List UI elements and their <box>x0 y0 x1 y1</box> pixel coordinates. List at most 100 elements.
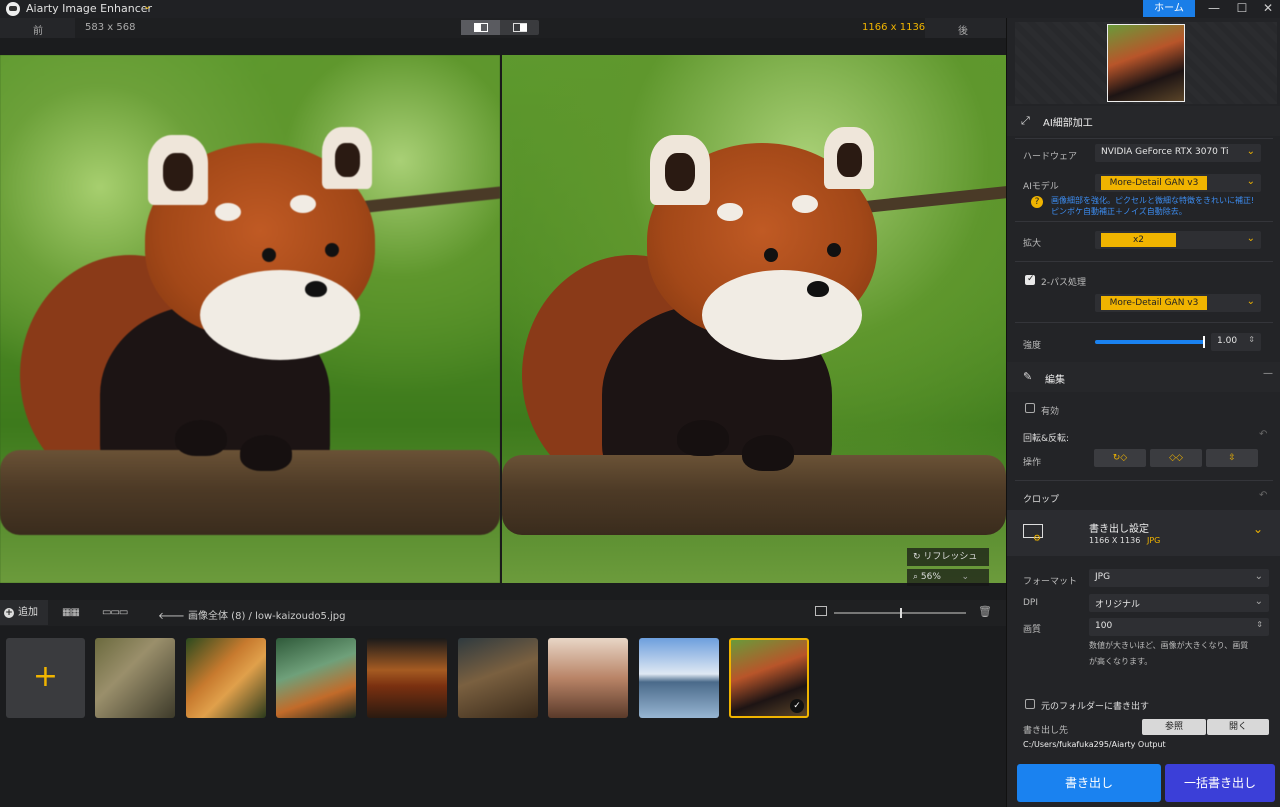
strength-slider[interactable] <box>1095 336 1205 348</box>
flip-horizontal-button[interactable]: ◇◇ <box>1150 449 1202 467</box>
format-select[interactable]: JPG ⌄ <box>1089 569 1269 587</box>
help-icon[interactable]: ? <box>1031 196 1043 208</box>
gear-icon: ⚙ <box>1033 534 1042 544</box>
collapse-icon[interactable]: — <box>1263 368 1273 379</box>
two-pass-label: 2-パス処理 <box>1041 278 1086 288</box>
open-folder-button[interactable]: 開く <box>1207 719 1269 735</box>
side-by-side-icon <box>513 23 527 32</box>
title-bar: Aiarty Image Enhancer ⌄ ホーム — ☐ ✕ <box>0 0 1280 18</box>
reset-icon[interactable]: ↶ <box>1259 429 1267 440</box>
split-view-icon <box>474 23 488 32</box>
trash-icon[interactable]: 🗑 <box>978 605 992 618</box>
ai-section-header[interactable]: ⤢ AI細部加工 <box>1007 106 1280 136</box>
preview-navigator[interactable] <box>1015 22 1277 104</box>
thumbnail-bottle-garden[interactable] <box>276 638 356 718</box>
two-pass-model-select[interactable]: More-Detail GAN v3 ⌄ <box>1095 294 1261 312</box>
hardware-select[interactable]: NVIDIA GeForce RTX 3070 Ti ⌄ <box>1095 144 1261 162</box>
model-label: AIモデル <box>1023 182 1059 192</box>
minimize-icon[interactable]: — <box>1201 0 1227 17</box>
dpi-value: オリジナル <box>1095 600 1141 610</box>
breadcrumb: 🡐 画像全体 (8) / low-kaizoudo5.jpg <box>158 607 345 622</box>
export-button[interactable]: 書き出し <box>1017 764 1161 802</box>
zoom-select[interactable]: ⌕ 56% ⌄ <box>907 569 989 586</box>
thumbnail-dog-steampunk[interactable] <box>458 638 538 718</box>
thumbnail-size-slider[interactable] <box>834 608 966 618</box>
expand-chevron-icon[interactable]: ⌄ <box>1253 522 1263 536</box>
home-button[interactable]: ホーム <box>1143 0 1195 17</box>
strength-fill <box>1095 340 1205 344</box>
split-view-button[interactable] <box>461 20 500 35</box>
flip-vertical-button[interactable]: ⇳ <box>1206 449 1258 467</box>
export-settings-header[interactable]: ⚙ 書き出し設定 1166 X 1136 JPG ⌄ <box>1007 510 1280 556</box>
after-image <box>502 55 1006 583</box>
chevron-down-icon: ⌄ <box>1254 596 1263 607</box>
browse-button[interactable]: 参照 <box>1142 719 1206 735</box>
operation-label: 操作 <box>1023 458 1042 468</box>
export-size: 1166 X 1136 <box>1089 536 1141 545</box>
breadcrumb-all[interactable]: 画像全体 (8) <box>188 611 245 622</box>
before-label: 前 <box>33 26 43 37</box>
slider-handle[interactable] <box>900 608 902 618</box>
view-mode-toggle[interactable] <box>461 20 539 35</box>
app-menu-chevron-icon[interactable]: ⌄ <box>143 1 151 12</box>
add-tile-button[interactable]: + <box>6 638 85 718</box>
thumbnail-burger[interactable] <box>367 638 447 718</box>
quality-stepper[interactable]: 100 ⇕ <box>1089 618 1269 636</box>
selected-check-icon: ✓ <box>790 699 804 713</box>
destination-label: 書き出し先 <box>1023 726 1069 736</box>
refresh-button[interactable]: ↻ リフレッシュ <box>907 548 989 566</box>
stepper-icon[interactable]: ⇕ <box>1256 620 1263 629</box>
stepper-icon[interactable]: ⇕ <box>1248 335 1255 344</box>
model-help-text: 画像細部を強化。ピクセルと微細な特徴をきれいに補正! <box>1051 196 1255 205</box>
rotate-button[interactable]: ↻◇ <box>1094 449 1146 467</box>
strength-handle[interactable] <box>1203 336 1205 348</box>
after-label: 後 <box>958 26 968 37</box>
crop-label[interactable]: クロップ <box>1023 492 1059 505</box>
hardware-label: ハードウェア <box>1023 152 1078 162</box>
chevron-down-icon: ⌄ <box>1246 176 1255 187</box>
breadcrumb-file: low-kaizoudo5.jpg <box>255 611 346 622</box>
thumbnail-tiger[interactable] <box>186 638 266 718</box>
model-select[interactable]: More-Detail GAN v3 ⌄ <box>1095 174 1261 192</box>
two-pass-model-value: More-Detail GAN v3 <box>1101 296 1207 310</box>
refresh-label: リフレッシュ <box>923 552 978 562</box>
maximize-icon[interactable]: ☐ <box>1229 0 1255 17</box>
batch-export-button[interactable]: 一括書き出し <box>1165 764 1275 802</box>
refresh-icon: ↻ <box>913 552 924 562</box>
export-title: 書き出し設定 <box>1089 524 1149 535</box>
ai-section-title: AI細部加工 <box>1043 118 1093 129</box>
chevron-down-icon: ⌄ <box>1246 146 1255 157</box>
dpi-select[interactable]: オリジナル ⌄ <box>1089 594 1269 612</box>
image-canvas[interactable] <box>0 55 1006 583</box>
original-folder-label: 元のフォルダーに書き出す <box>1041 702 1150 712</box>
edit-section-header[interactable]: ✎ 編集 — <box>1007 362 1280 392</box>
close-icon[interactable]: ✕ <box>1255 0 1280 17</box>
thumbnail-portrait[interactable] <box>548 638 628 718</box>
quality-note: 数値が大きいほど、画像が大きくなり、画質 <box>1089 641 1249 650</box>
grid-view-icon[interactable]: ▦▦ <box>62 607 80 618</box>
edit-section-title: 編集 <box>1045 375 1065 386</box>
side-by-side-button[interactable] <box>500 20 539 35</box>
navigator-thumbnail[interactable] <box>1107 24 1185 102</box>
original-folder-checkbox[interactable] <box>1025 699 1035 709</box>
compare-divider[interactable] <box>500 55 502 583</box>
strength-stepper[interactable]: 1.00 ⇕ <box>1211 333 1261 351</box>
thumbnail-red-panda[interactable]: ✓ <box>729 638 809 718</box>
export-format-tag: JPG <box>1147 536 1161 545</box>
crop-reset-icon[interactable]: ↶ <box>1259 490 1267 501</box>
thumbnail-butterfly[interactable] <box>95 638 175 718</box>
image-size-icon <box>815 606 827 616</box>
back-arrow-icon[interactable]: 🡐 <box>158 611 188 622</box>
edit-enable-checkbox[interactable] <box>1025 403 1035 413</box>
scale-select[interactable]: x2 ⌄ <box>1095 231 1261 249</box>
list-view-icon[interactable]: ▭▭▭ <box>102 607 128 618</box>
add-image-button[interactable]: + 追加 <box>0 600 48 625</box>
two-pass-checkbox[interactable] <box>1025 274 1035 285</box>
thumbnail-mount-fuji[interactable] <box>639 638 719 718</box>
hardware-value: NVIDIA GeForce RTX 3070 Ti <box>1101 147 1229 157</box>
chevron-down-icon: ⌄ <box>1246 296 1255 307</box>
ai-enhance-icon: ⤢ <box>1021 114 1030 127</box>
add-label: 追加 <box>18 607 38 618</box>
edit-icon: ✎ <box>1023 370 1033 383</box>
destination-path: C:/Users/fukafuka295/Aiarty Output <box>1023 740 1166 749</box>
